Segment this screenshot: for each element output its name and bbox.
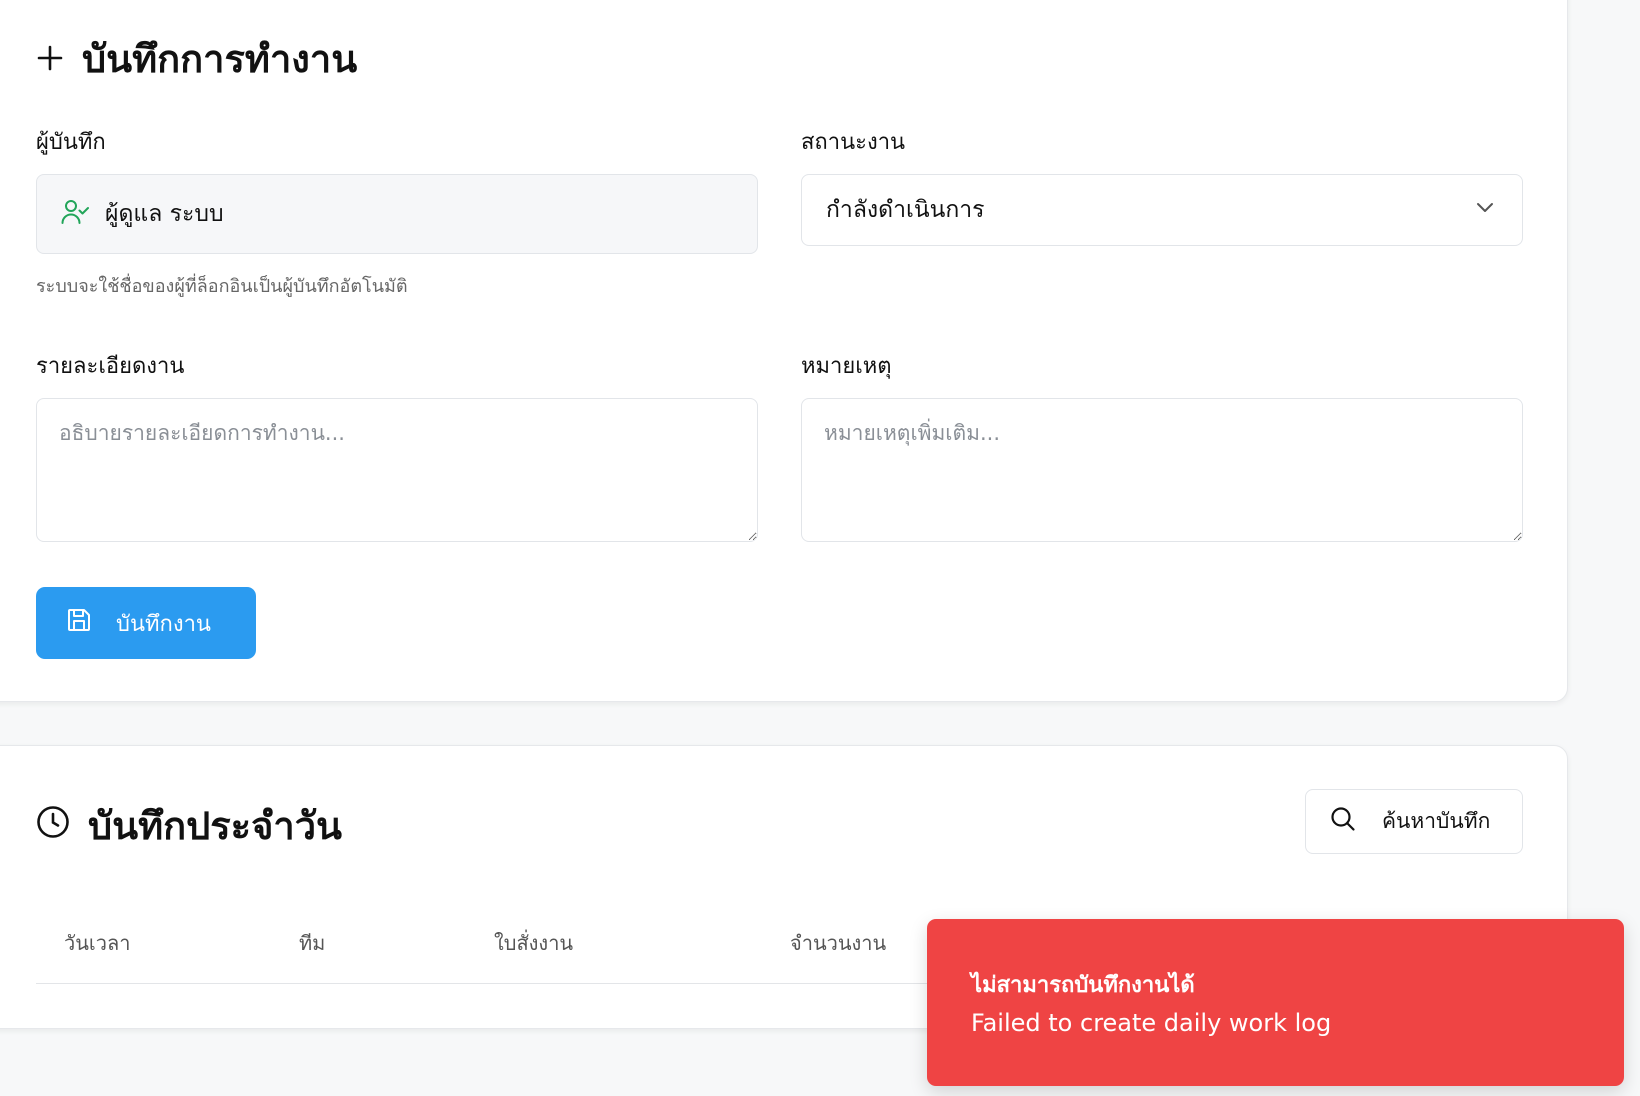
details-textarea[interactable] <box>36 398 758 542</box>
search-logs-button[interactable]: ค้นหาบันทึก <box>1305 789 1523 854</box>
plus-icon <box>36 37 64 81</box>
form-title: บันทึกการทำงาน <box>36 28 357 89</box>
recorder-hint: ระบบจะใช้ชื่อของผู้ที่ล็อกอินเป็นผู้บันท… <box>36 276 408 297</box>
column-header-task-count: จำนวนงาน <box>790 931 887 955</box>
column-header-datetime: วันเวลา <box>64 931 131 955</box>
status-label: สถานะงาน <box>801 130 906 155</box>
details-label: รายละเอียดงาน <box>36 354 185 379</box>
save-button-label: บันทึกงาน <box>116 611 211 637</box>
status-value: กำลังดำเนินการ <box>826 197 985 223</box>
search-icon <box>1330 806 1356 837</box>
error-toast[interactable]: ไม่สามารถบันทึกงานได้ Failed to create d… <box>927 919 1624 1086</box>
recorder-label: ผู้บันทึก <box>36 130 106 155</box>
save-icon <box>66 607 92 639</box>
save-button[interactable]: บันทึกงาน <box>36 587 256 659</box>
column-header-work-order: ใบสั่งงาน <box>494 931 574 955</box>
search-logs-label: ค้นหาบันทึก <box>1382 809 1491 833</box>
column-header-team: ทีม <box>299 931 326 955</box>
form-title-text: บันทึกการทำงาน <box>82 37 358 81</box>
toast-message: Failed to create daily work log <box>971 1009 1332 1037</box>
notes-label: หมายเหตุ <box>801 354 892 379</box>
chevron-down-icon <box>1474 196 1496 224</box>
log-title: บันทึกประจำวัน <box>36 795 342 856</box>
toast-title: ไม่สามารถบันทึกงานได้ <box>971 973 1195 998</box>
recorder-field: ผู้ดูแล ระบบ <box>36 174 758 254</box>
status-select[interactable]: กำลังดำเนินการ <box>801 174 1523 246</box>
user-check-icon <box>61 198 89 230</box>
notes-textarea[interactable] <box>801 398 1523 542</box>
log-title-text: บันทึกประจำวัน <box>88 804 343 848</box>
clock-icon <box>36 804 70 848</box>
recorder-value: ผู้ดูแล ระบบ <box>105 201 224 227</box>
